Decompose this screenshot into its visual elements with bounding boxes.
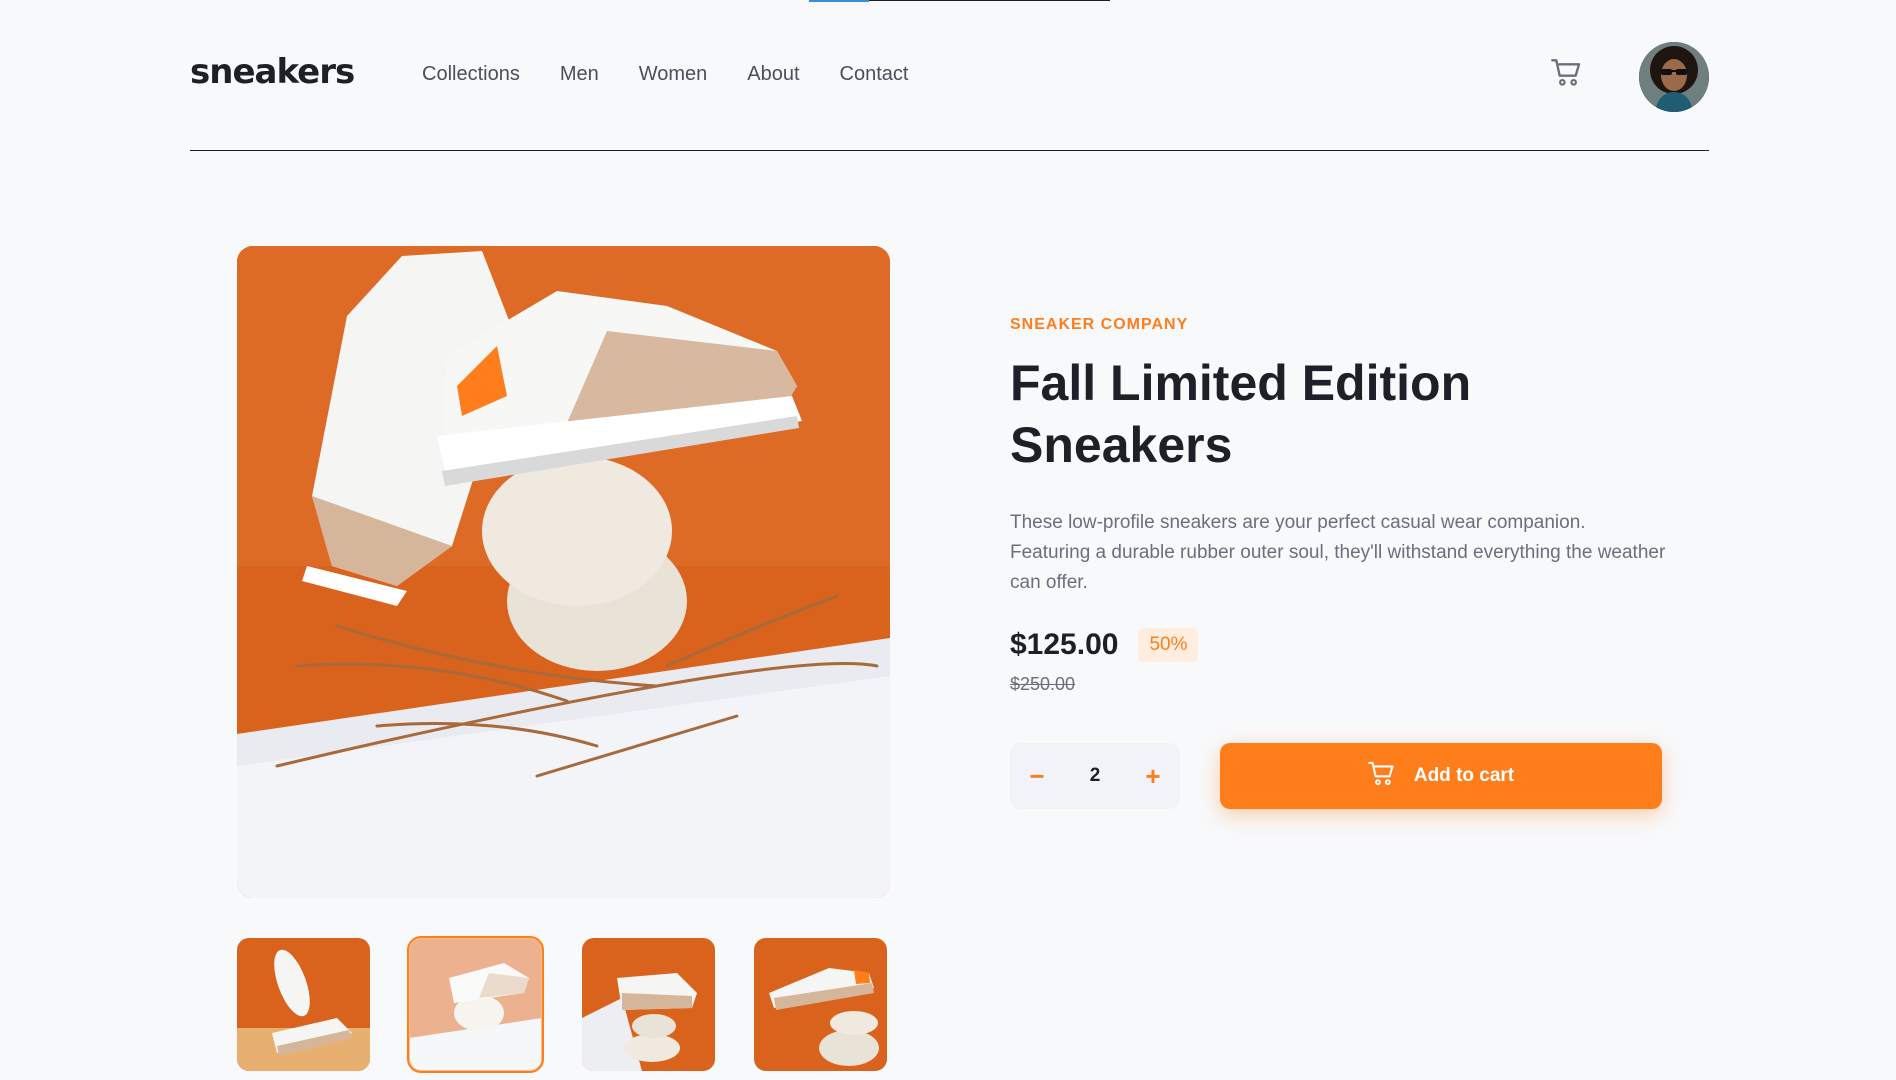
main-nav: Collections Men Women About Contact [422,63,908,86]
nav-women[interactable]: Women [639,63,708,86]
quantity-value: 2 [1089,765,1101,786]
nav-about[interactable]: About [747,63,799,86]
thumbnail-4[interactable] [754,938,887,1071]
add-to-cart-label: Add to cart [1413,765,1515,786]
cart-icon [1367,761,1396,792]
original-price: $250.00 [1010,674,1076,694]
avatar[interactable] [1639,42,1709,112]
increase-quantity-button[interactable]: + [1128,743,1178,809]
thumbnail-3[interactable] [582,938,715,1071]
price-row: $125.00 50% [1010,628,1670,662]
product-main-image[interactable] [237,246,890,898]
quantity-stepper: − 2 + [1010,743,1180,809]
nav-men[interactable]: Men [560,63,599,86]
thumbnail-1[interactable] [237,938,370,1071]
company-name: SNEAKER COMPANY [1010,316,1189,333]
product-description: These low-profile sneakers are your perf… [1010,512,1666,593]
product-details: SNEAKER COMPANY Fall Limited Edition Sne… [1010,316,1670,695]
add-to-cart-button[interactable]: Add to cart [1220,743,1662,809]
discount-badge: 50% [1138,628,1199,662]
site-header: sneakers Collections Men Women About Con… [190,0,1709,151]
product-title: Fall Limited Edition Sneakers [1010,355,1472,473]
thumbnail-2[interactable] [407,936,544,1073]
current-price: $125.00 [1010,628,1119,661]
nav-contact[interactable]: Contact [840,63,909,86]
nav-collections[interactable]: Collections [422,63,520,86]
cart-icon[interactable] [1551,58,1583,88]
decrease-quantity-button[interactable]: − [1012,743,1062,809]
logo[interactable]: sneakers [190,52,355,92]
